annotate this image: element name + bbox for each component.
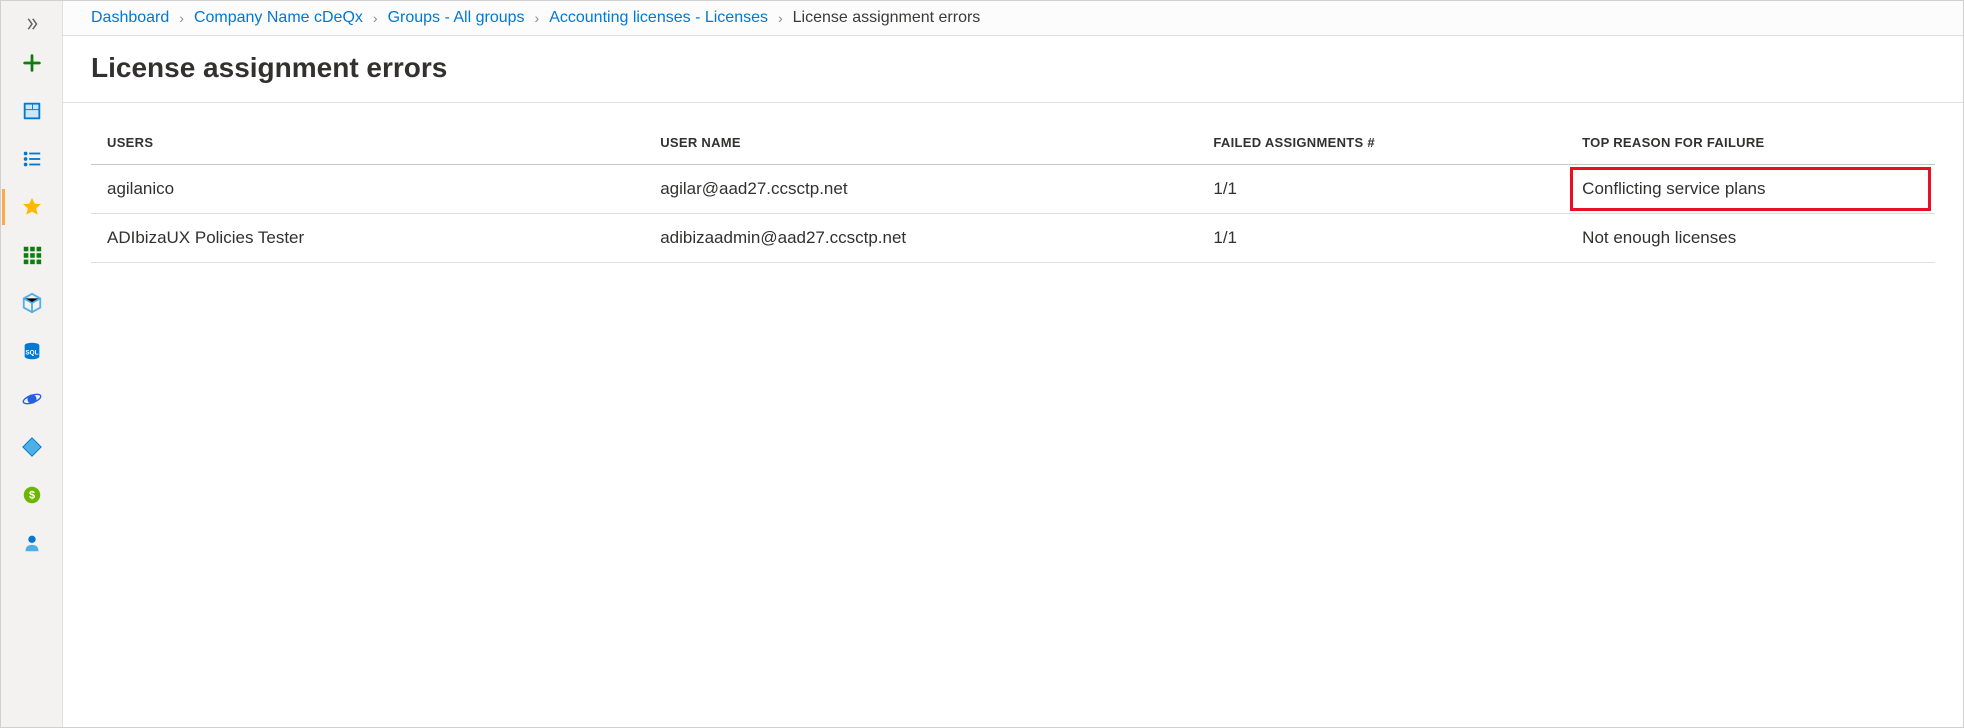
- cell-users: ADIbizaUX Policies Tester: [91, 214, 644, 263]
- cell-failed: 1/1: [1197, 214, 1566, 263]
- chevron-right-icon: ›: [535, 10, 540, 26]
- support-icon: [21, 532, 43, 554]
- nav-cost-management[interactable]: $: [2, 471, 62, 519]
- star-icon: [21, 196, 43, 218]
- nav-dashboard[interactable]: [2, 87, 62, 135]
- col-header-username[interactable]: USER NAME: [644, 121, 1197, 165]
- nav-favorites[interactable]: [2, 183, 62, 231]
- page-title: License assignment errors: [63, 36, 1963, 103]
- breadcrumb-link-groups[interactable]: Groups - All groups: [388, 9, 525, 27]
- nav-azure-ad[interactable]: [2, 423, 62, 471]
- cosmos-icon: [21, 388, 43, 410]
- errors-table: USERS USER NAME FAILED ASSIGNMENTS # TOP…: [91, 121, 1935, 263]
- cell-users: agilanico: [91, 165, 644, 214]
- left-nav-sidebar: SQL $: [1, 1, 63, 727]
- expand-sidebar-button[interactable]: [2, 9, 62, 39]
- diamond-icon: [21, 436, 43, 458]
- cell-username: adibizaadmin@aad27.ccsctp.net: [644, 214, 1197, 263]
- chevron-right-icon: ›: [373, 10, 378, 26]
- list-icon: [21, 148, 43, 170]
- cell-reason: Conflicting service plans: [1566, 165, 1935, 214]
- dashboard-icon: [21, 100, 43, 122]
- grid-icon: [21, 244, 43, 266]
- breadcrumb-link-licenses[interactable]: Accounting licenses - Licenses: [549, 9, 768, 27]
- svg-text:$: $: [28, 490, 34, 502]
- sql-icon: SQL: [21, 340, 43, 362]
- main-content: Dashboard › Company Name cDeQx › Groups …: [63, 1, 1963, 727]
- nav-new-resource[interactable]: [2, 39, 62, 87]
- dollar-icon: $: [21, 484, 43, 506]
- cell-reason-text: Conflicting service plans: [1582, 179, 1765, 198]
- table-row[interactable]: agilanico agilar@aad27.ccsctp.net 1/1 Co…: [91, 165, 1935, 214]
- table-header-row: USERS USER NAME FAILED ASSIGNMENTS # TOP…: [91, 121, 1935, 165]
- col-header-failed[interactable]: FAILED ASSIGNMENTS #: [1197, 121, 1566, 165]
- cell-reason: Not enough licenses: [1566, 214, 1935, 263]
- nav-sql-databases[interactable]: SQL: [2, 327, 62, 375]
- chevron-right-icon: ›: [179, 10, 184, 26]
- nav-app-services[interactable]: [2, 279, 62, 327]
- nav-cosmos-db[interactable]: [2, 375, 62, 423]
- col-header-reason[interactable]: TOP REASON FOR FAILURE: [1566, 121, 1935, 165]
- cell-username: agilar@aad27.ccsctp.net: [644, 165, 1197, 214]
- errors-table-wrap: USERS USER NAME FAILED ASSIGNMENTS # TOP…: [63, 103, 1963, 727]
- table-row[interactable]: ADIbizaUX Policies Tester adibizaadmin@a…: [91, 214, 1935, 263]
- chevron-right-icon: ›: [778, 10, 783, 26]
- svg-text:SQL: SQL: [25, 350, 38, 357]
- cell-failed: 1/1: [1197, 165, 1566, 214]
- breadcrumb: Dashboard › Company Name cDeQx › Groups …: [63, 1, 1963, 36]
- breadcrumb-link-company[interactable]: Company Name cDeQx: [194, 9, 363, 27]
- breadcrumb-link-dashboard[interactable]: Dashboard: [91, 9, 169, 27]
- nav-help-support[interactable]: [2, 519, 62, 567]
- breadcrumb-current: License assignment errors: [793, 9, 981, 27]
- cube-icon: [21, 292, 43, 314]
- col-header-users[interactable]: USERS: [91, 121, 644, 165]
- nav-resource-groups[interactable]: [2, 231, 62, 279]
- plus-icon: [21, 52, 43, 74]
- chevron-double-right-icon: [23, 15, 41, 33]
- nav-all-resources[interactable]: [2, 135, 62, 183]
